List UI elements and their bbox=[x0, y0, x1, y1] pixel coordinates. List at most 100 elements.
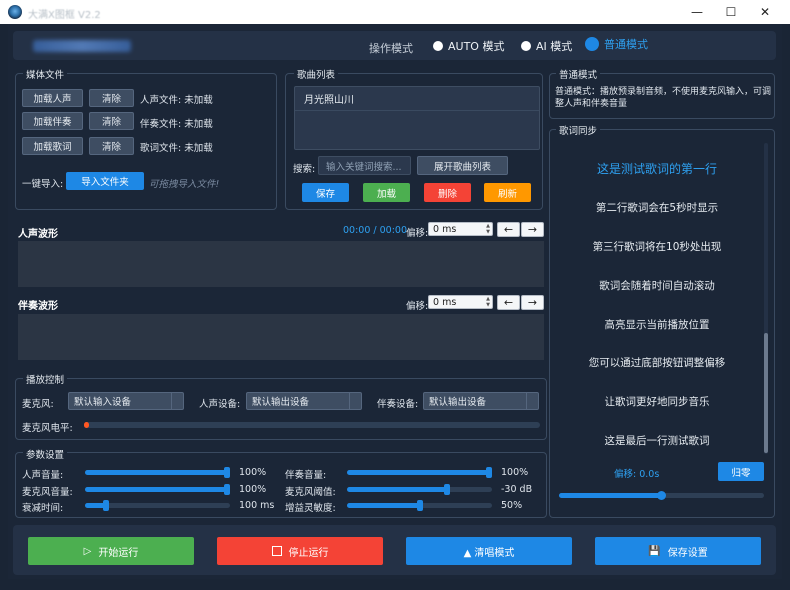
refresh-song-button[interactable]: 刷新 bbox=[484, 183, 531, 202]
minimize-icon[interactable]: — bbox=[680, 0, 714, 24]
spin-arrows-icon[interactable]: ▲ ▼ bbox=[486, 296, 490, 308]
song-list-item[interactable]: 月光照山川 bbox=[295, 91, 539, 111]
lyric-line-current: 这是测试歌词的第一行 bbox=[596, 162, 717, 176]
mic-threshold-slider[interactable] bbox=[347, 484, 492, 495]
reset-offset-button[interactable]: 归零 bbox=[718, 462, 764, 481]
vocal-device-value: 默认输出设备 bbox=[252, 397, 310, 408]
mode-radio-normal[interactable]: 普通模式 bbox=[585, 36, 648, 52]
expand-song-list-button[interactable]: 展开歌曲列表 bbox=[417, 156, 508, 175]
slider-handle[interactable] bbox=[224, 467, 230, 478]
normal-mode-description: 普通模式：播放预录制音频，不使用麦克风输入，可调整人声和伴奏音量 bbox=[555, 87, 772, 109]
scrollbar-thumb[interactable] bbox=[764, 333, 768, 453]
clear-accomp-button[interactable]: 清除 bbox=[89, 112, 134, 130]
slider-handle[interactable] bbox=[444, 484, 450, 495]
drag-import-hint: 可拖拽导入文件! bbox=[149, 179, 220, 190]
decay-time-slider[interactable] bbox=[85, 500, 230, 511]
normal-mode-title: 普通模式 bbox=[556, 67, 601, 81]
load-lyrics-button[interactable]: 加载歌词 bbox=[22, 137, 83, 155]
accomp-volume-label: 伴奏音量: bbox=[285, 470, 327, 481]
song-list-title: 歌曲列表 bbox=[294, 67, 339, 81]
close-icon[interactable]: ✕ bbox=[748, 0, 782, 24]
title-bar: 大满X图框 V2.2 — ☐ ✕ bbox=[0, 0, 790, 24]
slider-handle[interactable] bbox=[657, 491, 666, 500]
chevron-down-icon bbox=[526, 393, 538, 409]
vocal-device-select[interactable]: 默认输出设备 bbox=[246, 392, 362, 410]
mode-ai-label: AI 模式 bbox=[536, 40, 573, 53]
stop-run-label: 停止运行 bbox=[288, 547, 329, 559]
stop-run-button[interactable]: 停止运行 bbox=[217, 537, 383, 565]
vocal-wave-title: 人声波形 bbox=[18, 229, 58, 240]
load-vocal-button[interactable]: 加载人声 bbox=[22, 89, 83, 107]
start-run-label: 开始运行 bbox=[98, 547, 139, 559]
search-label: 搜索: bbox=[293, 164, 316, 175]
media-files-title: 媒体文件 bbox=[23, 67, 68, 81]
mic-device-select[interactable]: 默认输入设备 bbox=[68, 392, 184, 410]
lyrics-scrollbar[interactable] bbox=[764, 143, 768, 454]
mic-threshold-value: -30 dB bbox=[501, 484, 533, 495]
lyric-line: 歌词会随着时间自动滚动 bbox=[599, 280, 715, 292]
accomp-wave-title: 伴奏波形 bbox=[18, 301, 58, 312]
vocal-offset-right-button[interactable]: → bbox=[521, 222, 544, 237]
slider-handle[interactable] bbox=[417, 500, 423, 511]
slider-handle[interactable] bbox=[486, 467, 492, 478]
mic-threshold-label: 麦克风阈值: bbox=[285, 487, 336, 498]
vocal-offset-value: 0 ms bbox=[433, 223, 457, 235]
mic-volume-slider[interactable] bbox=[85, 484, 230, 495]
mode-radio-ai[interactable]: AI 模式 bbox=[521, 38, 572, 54]
lyric-line: 高亮显示当前播放位置 bbox=[604, 319, 710, 331]
chevron-down-icon bbox=[349, 393, 361, 409]
accomp-volume-slider[interactable] bbox=[347, 467, 492, 478]
vocal-volume-label: 人声音量: bbox=[22, 470, 64, 481]
accomp-waveform[interactable] bbox=[18, 314, 544, 360]
slider-handle[interactable] bbox=[224, 484, 230, 495]
delete-song-button[interactable]: 删除 bbox=[424, 183, 471, 202]
accomp-offset-value: 0 ms bbox=[433, 296, 457, 308]
chorus-mode-button[interactable]: ▲ 清唱模式 bbox=[406, 537, 572, 565]
vocal-volume-slider[interactable] bbox=[85, 467, 230, 478]
clear-lyrics-button[interactable]: 清除 bbox=[89, 137, 134, 155]
play-icon: ▷ bbox=[83, 545, 92, 557]
load-accomp-button[interactable]: 加载伴奏 bbox=[22, 112, 83, 130]
mode-radio-auto[interactable]: AUTO 模式 bbox=[433, 38, 504, 54]
mic-volume-value: 100% bbox=[239, 484, 267, 495]
mic-label: 麦克风: bbox=[22, 399, 54, 410]
start-run-button[interactable]: ▷ 开始运行 bbox=[28, 537, 194, 565]
vocal-offset-left-button[interactable]: ← bbox=[497, 222, 520, 237]
accomp-offset-spinbox[interactable]: 0 ms ▲ ▼ bbox=[428, 295, 493, 309]
accomp-offset-label: 偏移: bbox=[406, 301, 429, 312]
accomp-offset-left-button[interactable]: ← bbox=[497, 295, 520, 310]
decay-time-value: 100 ms bbox=[239, 500, 275, 511]
maximize-icon[interactable]: ☐ bbox=[714, 0, 748, 24]
import-folder-button[interactable]: 导入文件夹 bbox=[66, 172, 144, 190]
load-song-button[interactable]: 加载 bbox=[363, 183, 410, 202]
lyrics-file-status: 歌词文件: 未加载 bbox=[140, 143, 213, 154]
import-label: 一键导入: bbox=[22, 179, 64, 190]
lyrics-offset-slider[interactable] bbox=[559, 491, 764, 500]
save-settings-button[interactable]: 💾 保存设置 bbox=[595, 537, 761, 565]
vocal-device-label: 人声设备: bbox=[199, 399, 241, 410]
floppy-disk-icon: 💾 bbox=[648, 545, 661, 557]
vocal-volume-value: 100% bbox=[239, 467, 267, 478]
slider-handle[interactable] bbox=[103, 500, 109, 511]
app-icon bbox=[8, 5, 22, 19]
accomp-file-status: 伴奏文件: 未加载 bbox=[140, 119, 213, 130]
accomp-device-select[interactable]: 默认输出设备 bbox=[423, 392, 539, 410]
lyrics-offset-display: 偏移: 0.0s bbox=[614, 469, 660, 480]
window-title: 大满X图框 V2.2 bbox=[28, 10, 101, 21]
mode-label: 操作模式 bbox=[369, 42, 413, 55]
mode-normal-label: 普通模式 bbox=[604, 38, 648, 51]
save-settings-label: 保存设置 bbox=[667, 547, 708, 559]
accomp-offset-right-button[interactable]: → bbox=[521, 295, 544, 310]
spin-arrows-icon[interactable]: ▲ ▼ bbox=[486, 223, 490, 235]
gain-sensitivity-slider[interactable] bbox=[347, 500, 492, 511]
song-list[interactable]: 月光照山川 bbox=[294, 86, 540, 150]
search-input[interactable]: 输入关键词搜索... bbox=[318, 156, 411, 175]
save-song-button[interactable]: 保存 bbox=[302, 183, 349, 202]
lyric-line: 您可以通过底部按钮调整偏移 bbox=[588, 357, 726, 369]
clear-vocal-button[interactable]: 清除 bbox=[89, 89, 134, 107]
vocal-waveform[interactable] bbox=[18, 241, 544, 287]
mic-device-value: 默认输入设备 bbox=[74, 397, 132, 408]
vocal-file-status: 人声文件: 未加载 bbox=[140, 95, 213, 106]
vocal-offset-spinbox[interactable]: 0 ms ▲ ▼ bbox=[428, 222, 493, 236]
gain-sensitivity-value: 50% bbox=[501, 500, 523, 511]
